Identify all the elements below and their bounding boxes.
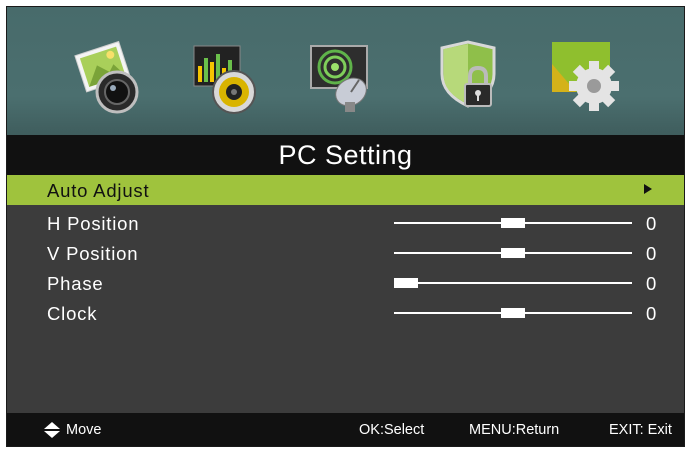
up-down-arrow-icon bbox=[44, 422, 60, 438]
lock-icon[interactable] bbox=[432, 40, 502, 120]
key-hint-bar: Move OK:Select MENU:Return EXIT: Exit bbox=[7, 413, 684, 446]
h-position-slider[interactable] bbox=[394, 218, 632, 228]
page-title: PC Setting bbox=[278, 139, 413, 170]
menu-item-label: Clock bbox=[47, 303, 98, 324]
phase-value: 0 bbox=[646, 273, 658, 294]
channel-icon[interactable] bbox=[307, 40, 377, 120]
settings-menu: Auto Adjust H Position 0 V Position 0 Ph… bbox=[7, 175, 684, 328]
clock-value: 0 bbox=[646, 303, 658, 324]
picture-icon[interactable] bbox=[72, 40, 142, 120]
slider-thumb[interactable] bbox=[394, 278, 418, 288]
slider-thumb[interactable] bbox=[501, 248, 525, 258]
menu-item-label: Auto Adjust bbox=[47, 180, 150, 201]
category-icon-bar bbox=[7, 7, 684, 135]
menu-item-label: H Position bbox=[47, 213, 140, 234]
submenu-arrow-icon bbox=[644, 184, 652, 194]
menu-item-clock[interactable]: Clock 0 bbox=[7, 298, 684, 328]
setup-icon[interactable] bbox=[550, 40, 620, 120]
phase-slider[interactable] bbox=[394, 278, 632, 288]
menu-item-label: Phase bbox=[47, 273, 104, 294]
sound-icon[interactable] bbox=[190, 40, 260, 120]
v-position-value: 0 bbox=[646, 243, 658, 264]
menu-item-h-position[interactable]: H Position 0 bbox=[7, 208, 684, 238]
clock-slider[interactable] bbox=[394, 308, 632, 318]
h-position-value: 0 bbox=[646, 213, 658, 234]
slider-thumb[interactable] bbox=[501, 218, 525, 228]
exit-hint: EXIT: Exit bbox=[609, 422, 672, 438]
menu-item-auto-adjust[interactable]: Auto Adjust bbox=[7, 175, 684, 205]
osd-menu: PC Setting Auto Adjust H Position 0 V Po… bbox=[6, 6, 685, 447]
slider-thumb[interactable] bbox=[501, 308, 525, 318]
move-hint: Move bbox=[66, 422, 102, 438]
v-position-slider[interactable] bbox=[394, 248, 632, 258]
page-title-bar: PC Setting bbox=[7, 135, 684, 175]
menu-return-hint: MENU:Return bbox=[469, 422, 560, 438]
menu-item-label: V Position bbox=[47, 243, 139, 264]
menu-item-phase[interactable]: Phase 0 bbox=[7, 268, 684, 298]
ok-select-hint: OK:Select bbox=[359, 422, 425, 438]
menu-item-v-position[interactable]: V Position 0 bbox=[7, 238, 684, 268]
